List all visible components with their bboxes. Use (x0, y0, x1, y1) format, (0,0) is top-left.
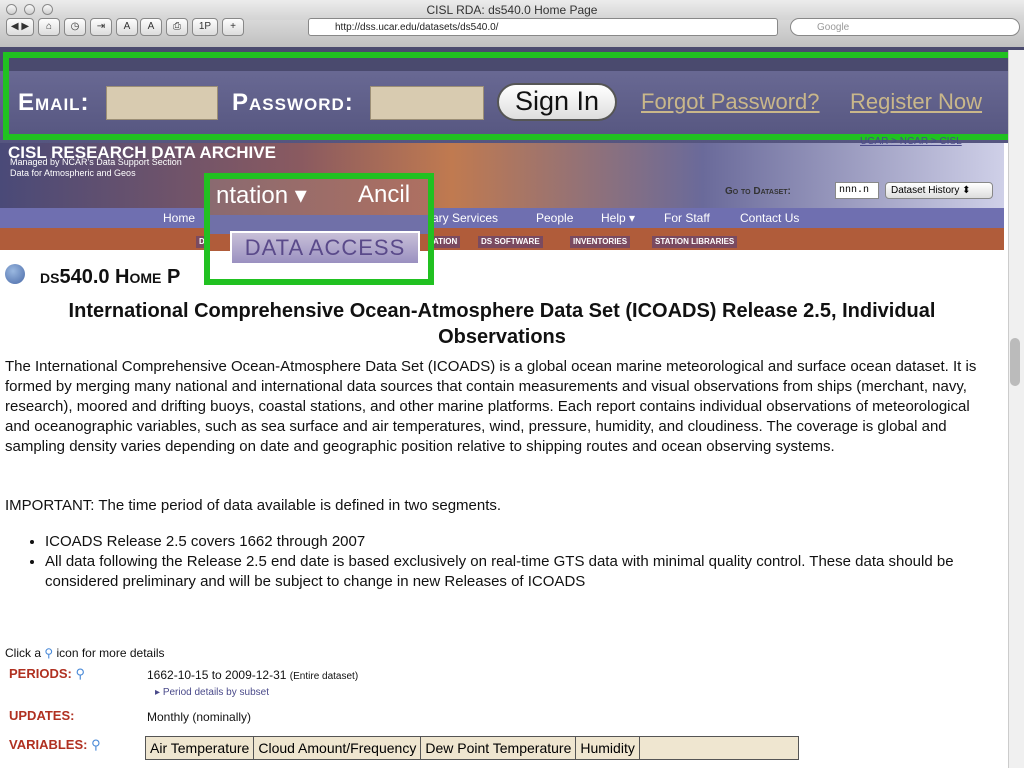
dataset-heading: International Comprehensive Ocean-Atmosp… (68, 300, 936, 348)
sign-in-button[interactable]: Sign In (497, 83, 617, 121)
site-subtitle-1: Managed by NCAR's Data Support Section (10, 157, 182, 167)
text-smaller-button[interactable]: A (116, 18, 138, 36)
table-row: Air Temperature Cloud Amount/Frequency D… (144, 736, 799, 760)
magnifier-icon: ⚲ (87, 737, 101, 752)
goto-dataset-label: Go to Dataset: (725, 186, 791, 197)
goto-dataset-input[interactable]: nnn.n (835, 182, 879, 199)
password-label: Password: (232, 89, 354, 116)
home-icon[interactable]: ⌂ (38, 18, 60, 36)
updates-value: Monthly (nominally) (147, 710, 252, 724)
period-details-link[interactable]: ▸ Period details by subset (155, 687, 269, 698)
zoom-documentation-menu: ntation ▾ (216, 182, 307, 209)
scrollbar-thumb[interactable] (1010, 338, 1020, 386)
password-field[interactable] (370, 86, 484, 120)
variables-table: Air Temperature Cloud Amount/Frequency D… (144, 736, 799, 760)
important-note: IMPORTANT: The time period of data avail… (5, 497, 502, 514)
dataset-description: The International Comprehensive Ocean-At… (5, 358, 977, 455)
nav-help[interactable]: Help ▾ (601, 211, 635, 225)
periods-value: 1662-10-15 to 2009-12-31 (Entire dataset… (147, 668, 358, 682)
email-label: Email: (18, 89, 90, 116)
periods-range: 1662-10-15 to 2009-12-31 (147, 668, 287, 682)
page-title: ds540.0 Home P (40, 266, 181, 288)
history-icon[interactable]: ◷ (64, 18, 86, 36)
tab-station-libraries[interactable]: STATION LIBRARIES (652, 236, 738, 248)
tab-documentation[interactable]: ATION (430, 236, 461, 248)
main-nav (0, 208, 1004, 228)
vertical-scrollbar[interactable] (1008, 50, 1024, 768)
periods-label-text: PERIODS: (9, 666, 72, 681)
site-subtitle-2: Data for Atmospheric and Geos (10, 168, 136, 178)
zoom-highlight: ntation ▾ Ancil DATA ACCESS (204, 173, 434, 285)
period-list: ICOADS Release 2.5 covers 1662 through 2… (25, 532, 1005, 592)
nav-help-label: Help (601, 211, 626, 225)
tab-data-access[interactable]: DATA ACCESS (230, 231, 420, 265)
nav-for-staff[interactable]: For Staff (664, 211, 710, 225)
periods-label[interactable]: PERIODS: ⚲ (9, 666, 85, 682)
variable-cell[interactable]: Cloud Amount/Frequency (253, 736, 422, 760)
breadcrumb[interactable]: UCAR > NCAR > CISL (860, 136, 962, 147)
periods-note: (Entire dataset) (289, 671, 359, 682)
variable-cell[interactable] (638, 736, 799, 760)
window-title: CISL RDA: ds540.0 Home Page (426, 3, 598, 17)
magnifier-icon: ⚲ (71, 666, 85, 681)
globe-icon (5, 264, 25, 284)
list-item: ICOADS Release 2.5 covers 1662 through 2… (45, 532, 1005, 552)
register-link[interactable]: Register Now (850, 89, 982, 115)
url-field[interactable]: http://dss.ucar.edu/datasets/ds540.0/ (308, 18, 778, 36)
forgot-password-link[interactable]: Forgot Password? (641, 89, 820, 115)
period-details-label: Period details by subset (162, 687, 269, 698)
text-bigger-button[interactable]: A (140, 18, 162, 36)
list-item: All data following the Release 2.5 end d… (45, 552, 1005, 592)
nav-home[interactable]: Home (163, 211, 195, 225)
back-forward-button[interactable]: ◀ ▶ (6, 18, 34, 36)
click-hint-suffix: icon for more details (56, 646, 165, 660)
print-icon[interactable]: ⎙ (166, 18, 188, 36)
variable-cell[interactable]: Dew Point Temperature (420, 736, 577, 760)
page-button[interactable]: 1P (192, 18, 218, 36)
updates-label: UPDATES: (9, 708, 75, 723)
nav-services[interactable]: ary Services (432, 211, 498, 225)
zoom-ancillary-label: Ancil (358, 181, 411, 208)
click-hint-prefix: Click a (5, 646, 42, 660)
variables-label[interactable]: VARIABLES: ⚲ (9, 737, 101, 753)
variable-cell[interactable]: Humidity (575, 736, 640, 760)
tab-inventories[interactable]: INVENTORIES (570, 236, 631, 248)
add-bookmark-button[interactable]: + (222, 18, 244, 36)
nav-people[interactable]: People (536, 211, 573, 225)
dataset-history-select[interactable]: Dataset History ⬍ (885, 182, 993, 199)
bookmark-icon[interactable]: ⇥ (90, 18, 112, 36)
zoom-documentation-label: ntation (216, 182, 289, 209)
email-field[interactable] (106, 86, 218, 120)
dataset-history-label: Dataset History (891, 185, 960, 196)
search-field[interactable]: Google (790, 18, 1020, 36)
magnifier-icon: ⚲ (44, 646, 54, 660)
nav-contact[interactable]: Contact Us (740, 211, 799, 225)
variables-label-text: VARIABLES: (9, 737, 88, 752)
tab-ds-software[interactable]: DS SOFTWARE (478, 236, 543, 248)
variable-cell[interactable]: Air Temperature (144, 736, 255, 760)
click-hint: Click a ⚲ icon for more details (5, 646, 165, 660)
